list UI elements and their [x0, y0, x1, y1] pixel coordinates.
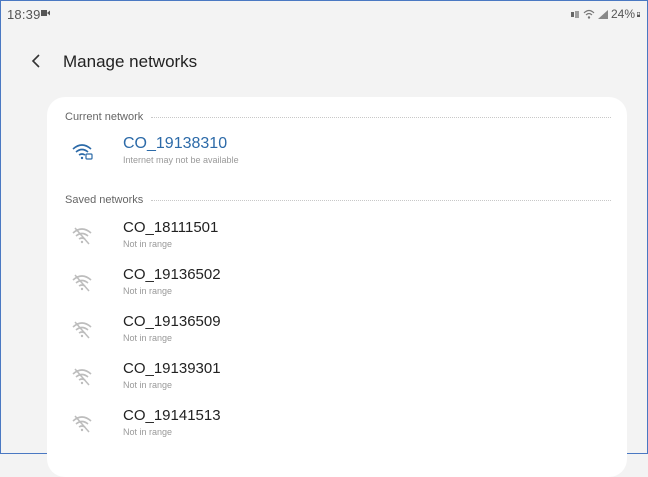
saved-network-item[interactable]: CO_19139301 Not in range — [47, 358, 627, 398]
status-time: 18:39 — [7, 7, 41, 22]
section-divider — [151, 200, 611, 201]
battery-percent: 24% — [610, 7, 635, 21]
chevron-left-icon — [31, 54, 40, 68]
network-name: CO_19136509 — [123, 313, 221, 330]
network-status: Not in range — [123, 380, 173, 390]
network-name: CO_19139301 — [123, 360, 221, 377]
saved-network-item[interactable]: CO_19136502 Not in range — [47, 264, 627, 304]
status-bar: 18:39 24% — [1, 1, 647, 27]
network-status: Not in range — [123, 333, 173, 343]
network-name: CO_18111501 — [123, 219, 219, 236]
wifi-off-icon — [72, 415, 92, 433]
saved-network-item[interactable]: CO_19136509 Not in range — [47, 311, 627, 351]
current-network-header: Current network — [65, 110, 611, 124]
network-status: Internet may not be available — [123, 155, 239, 165]
saved-networks-header: Saved networks — [65, 193, 611, 207]
network-status: Not in range — [123, 286, 173, 296]
wifi-off-icon — [72, 227, 92, 245]
wifi-off-icon — [72, 274, 92, 292]
section-label-saved: Saved networks — [65, 194, 144, 206]
network-status: Not in range — [123, 239, 173, 249]
back-button[interactable] — [25, 50, 47, 72]
mute-icon — [570, 10, 579, 18]
network-name: CO_19136502 — [123, 266, 221, 283]
wifi-off-icon — [72, 321, 92, 339]
signal-icon — [597, 9, 608, 19]
wifi-off-icon — [72, 368, 92, 386]
networks-card: Current network CO_19138310 Internet may… — [47, 97, 627, 477]
network-name: CO_19138310 — [123, 135, 228, 152]
wifi-status-icon — [583, 9, 595, 19]
saved-network-item[interactable]: CO_18111501 Not in range — [47, 217, 627, 257]
page-title: Manage networks — [63, 52, 198, 71]
network-name: CO_19141513 — [123, 407, 221, 424]
saved-network-item[interactable]: CO_19141513 Not in range — [47, 405, 627, 445]
app-header: Manage networks — [1, 41, 647, 81]
battery-charging-icon — [637, 11, 640, 17]
status-indicators: 24% — [569, 7, 643, 21]
wifi-connected-warning-icon — [72, 144, 93, 160]
section-divider — [151, 117, 611, 118]
network-status: Not in range — [123, 427, 173, 437]
screen-record-icon — [41, 10, 50, 16]
section-label-current: Current network — [65, 111, 144, 123]
current-network-item[interactable]: CO_19138310 Internet may not be availabl… — [47, 133, 627, 173]
